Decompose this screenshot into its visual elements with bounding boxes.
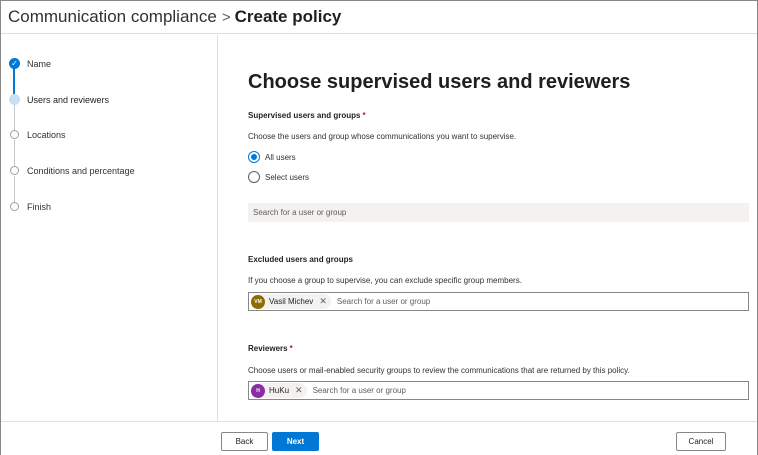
search-input[interactable]: Search for a user or group — [337, 297, 430, 306]
step-label: Conditions and percentage — [27, 166, 135, 176]
excluded-users-label: Excluded users and groups — [248, 255, 353, 264]
current-step-icon — [9, 94, 20, 105]
avatar: VM — [251, 294, 265, 309]
radio-unselected-icon[interactable] — [248, 171, 260, 183]
wizard-steps: ✓ Name Users and reviewers Locations Con… — [1, 35, 218, 421]
required-mark: * — [289, 344, 293, 353]
reviewers-label: Reviewers * — [248, 344, 293, 353]
supervised-search-input[interactable]: Search for a user or group — [248, 203, 749, 222]
reviewers-label-text: Reviewers — [248, 344, 288, 353]
check-circle-icon: ✓ — [9, 58, 20, 69]
supervised-users-description: Choose the users and group whose communi… — [248, 132, 517, 141]
cancel-button[interactable]: Cancel — [676, 432, 726, 451]
step-label: Locations — [27, 130, 66, 140]
step-circle-icon — [10, 202, 19, 211]
step-label: Users and reviewers — [27, 95, 110, 105]
step-label: Finish — [27, 202, 52, 212]
breadcrumb-parent[interactable]: Communication compliance — [8, 7, 217, 27]
radio-label: Select users — [265, 172, 310, 182]
reviewers-description: Choose users or mail-enabled security gr… — [248, 366, 630, 375]
avatar: H — [251, 383, 265, 398]
page-title: Create policy — [234, 7, 342, 26]
persona-chip: H HuKu ✕ — [251, 383, 307, 398]
excluded-users-picker[interactable]: VM Vasil Michev ✕ Search for a user or g… — [248, 292, 749, 311]
radio-selected-icon[interactable] — [248, 151, 260, 163]
next-button[interactable]: Next — [272, 432, 319, 451]
step-circle-icon — [10, 130, 19, 139]
select-users-radio[interactable]: Select users — [248, 171, 309, 183]
close-icon[interactable]: ✕ — [295, 386, 303, 395]
back-button[interactable]: Back — [221, 432, 268, 451]
radio-label: All users — [265, 152, 296, 162]
supervised-users-label-text: Supervised users and groups — [248, 111, 361, 120]
create-policy-window: Communication compliance > Create policy… — [0, 0, 758, 455]
breadcrumb: Communication compliance > Create policy — [1, 1, 757, 34]
step-label: Name — [27, 59, 52, 69]
required-mark: * — [362, 111, 366, 120]
search-input[interactable]: Search for a user or group — [313, 386, 406, 395]
persona-name: Vasil Michev — [269, 297, 314, 306]
persona-name: HuKu — [269, 386, 290, 395]
all-users-radio[interactable]: All users — [248, 151, 296, 163]
supervised-users-label: Supervised users and groups * — [248, 111, 366, 120]
step-circle-icon — [10, 166, 19, 175]
section-title: Choose supervised users and reviewers — [248, 71, 631, 93]
excluded-users-description: If you choose a group to supervise, you … — [248, 276, 522, 285]
chevron-right-icon: > — [221, 8, 231, 26]
reviewers-picker[interactable]: H HuKu ✕ Search for a user or group — [248, 381, 749, 400]
close-icon[interactable]: ✕ — [319, 297, 327, 306]
footer-bar: Back Next Cancel — [1, 421, 757, 455]
main-panel: Choose supervised users and reviewers Su… — [219, 35, 757, 421]
persona-chip: VM Vasil Michev ✕ — [251, 294, 331, 309]
